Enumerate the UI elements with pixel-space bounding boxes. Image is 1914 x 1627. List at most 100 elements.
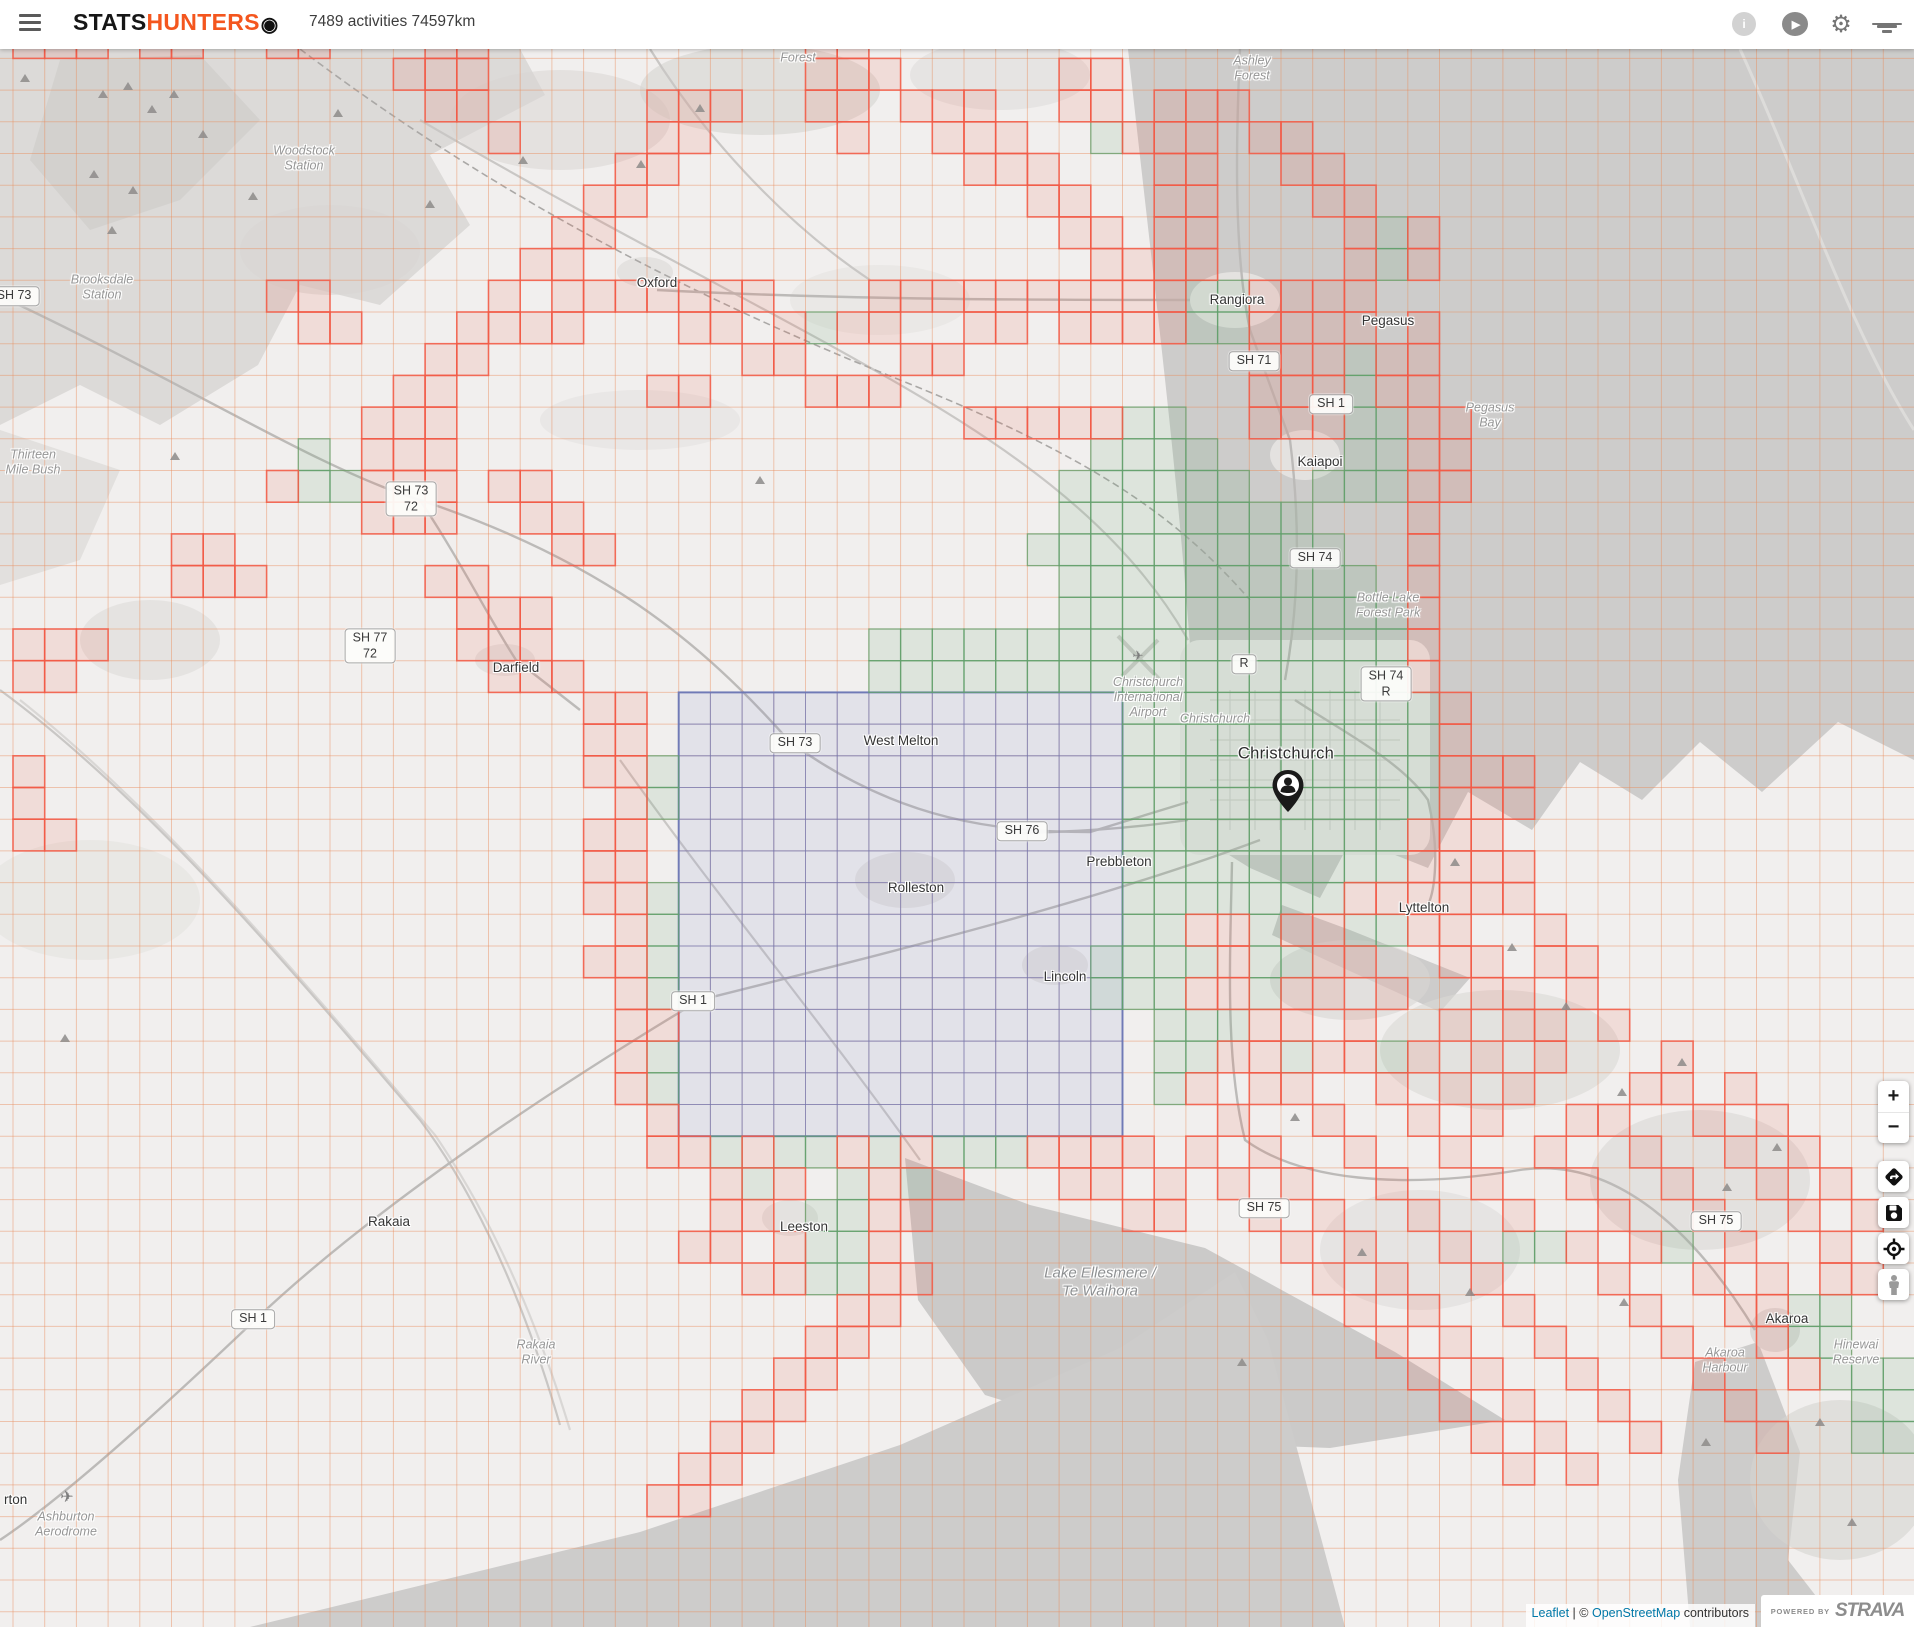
explored-tile — [1471, 1263, 1503, 1295]
locate-button[interactable] — [1878, 1233, 1909, 1264]
explored-tile — [679, 122, 711, 154]
explored-tile — [1408, 502, 1440, 534]
max-square-cell — [774, 756, 806, 788]
map-label: Ashley Forest — [1233, 53, 1271, 83]
max-square-cell — [1027, 883, 1059, 915]
peak-icon — [1815, 1418, 1825, 1426]
zoom-out-button[interactable]: − — [1878, 1113, 1909, 1144]
route-button[interactable] — [1878, 1161, 1909, 1192]
explored-tile — [1820, 1263, 1852, 1295]
explored-tile — [1788, 1200, 1820, 1232]
max-square-cell — [996, 883, 1028, 915]
explored-tile — [1281, 312, 1313, 344]
leaflet-link[interactable]: Leaflet — [1532, 1606, 1570, 1620]
cluster-tile — [1123, 946, 1155, 978]
explored-tile — [1788, 1358, 1820, 1390]
airport-icon: ✈ — [60, 1487, 73, 1507]
explored-tile — [1123, 312, 1155, 344]
explored-tile — [13, 629, 45, 661]
explored-tile — [1249, 1009, 1281, 1041]
explored-tile — [1313, 946, 1345, 978]
cluster-tile — [1249, 883, 1281, 915]
explored-tile — [1249, 312, 1281, 344]
max-square-cell — [1059, 788, 1091, 820]
cluster-tile — [1091, 629, 1123, 661]
cluster-tile — [901, 629, 933, 661]
info-icon: i — [1732, 12, 1756, 36]
explored-tile — [679, 280, 711, 312]
max-square-cell — [869, 914, 901, 946]
explored-tile — [1535, 1136, 1567, 1168]
explored-tile — [615, 851, 647, 883]
explored-tile — [932, 344, 964, 376]
max-square-cell — [964, 1073, 996, 1105]
explored-tile — [710, 1168, 742, 1200]
openstreetmap-link[interactable]: OpenStreetMap — [1592, 1606, 1680, 1620]
max-square-cell — [1059, 756, 1091, 788]
menu-icon[interactable] — [19, 14, 41, 32]
settings-button[interactable]: ⚙ — [1826, 9, 1856, 39]
explored-tile — [1566, 1168, 1598, 1200]
max-square-cell — [837, 756, 869, 788]
explored-tile — [1281, 978, 1313, 1010]
explored-tile — [489, 312, 521, 344]
explored-tile — [1344, 217, 1376, 249]
explored-tile — [869, 1231, 901, 1263]
cluster-tile — [932, 1136, 964, 1168]
map-label: Woodstock Station — [273, 143, 335, 173]
explored-tile — [1059, 280, 1091, 312]
explored-tile — [679, 1136, 711, 1168]
max-square-cell — [837, 914, 869, 946]
cluster-tile — [964, 661, 996, 693]
explored-tile — [1408, 661, 1440, 693]
cluster-tile — [1281, 566, 1313, 598]
explored-tile — [1344, 883, 1376, 915]
max-square-cell — [774, 788, 806, 820]
filter-button[interactable] — [1872, 9, 1902, 39]
cluster-tile — [1344, 851, 1376, 883]
explored-tile — [1408, 407, 1440, 439]
cluster-tile — [1186, 471, 1218, 503]
play-button[interactable]: ▶ — [1780, 9, 1810, 39]
cluster-tile — [647, 1073, 679, 1105]
max-square-cell — [710, 1105, 742, 1137]
max-square-cell — [1027, 1041, 1059, 1073]
zoom-in-button[interactable]: + — [1878, 1081, 1909, 1113]
pegman-button[interactable] — [1878, 1269, 1909, 1300]
max-square-cell — [964, 1041, 996, 1073]
explored-tile — [552, 280, 584, 312]
explored-tile — [1376, 1263, 1408, 1295]
home-location-marker[interactable] — [1271, 769, 1305, 818]
explored-tile — [932, 122, 964, 154]
map-label: Pegasus Bay — [1466, 400, 1515, 430]
max-square-cell — [1091, 724, 1123, 756]
explored-tile — [615, 724, 647, 756]
explored-tile — [1566, 1231, 1598, 1263]
explored-tile — [1376, 344, 1408, 376]
peak-icon — [1847, 1518, 1857, 1526]
info-button[interactable]: i — [1729, 9, 1759, 39]
cluster-tile — [1249, 819, 1281, 851]
explored-tile — [806, 90, 838, 122]
cluster-tile — [869, 1136, 901, 1168]
cluster-tile — [710, 1136, 742, 1168]
max-square-cell — [742, 1073, 774, 1105]
cluster-tile — [1027, 629, 1059, 661]
max-square-cell — [774, 914, 806, 946]
explored-tile — [1408, 249, 1440, 281]
cluster-tile — [869, 629, 901, 661]
explored-tile — [520, 249, 552, 281]
max-square-cell — [774, 1041, 806, 1073]
cluster-tile — [1408, 724, 1440, 756]
peak-icon — [1290, 1113, 1300, 1121]
explored-tile — [1281, 1009, 1313, 1041]
save-button[interactable] — [1878, 1197, 1909, 1228]
explored-tile — [1408, 851, 1440, 883]
explored-tile — [679, 1485, 711, 1517]
explored-tile — [774, 1358, 806, 1390]
explored-tile — [1630, 1295, 1662, 1327]
statshunters-logo[interactable]: STATSHUNTERS◉ — [73, 9, 279, 37]
cluster-tile — [901, 1168, 933, 1200]
map-canvas[interactable]: OxfordRangioraPegasusKaiapoiDarfieldWest… — [0, 0, 1914, 1627]
cluster-tile — [1218, 502, 1250, 534]
